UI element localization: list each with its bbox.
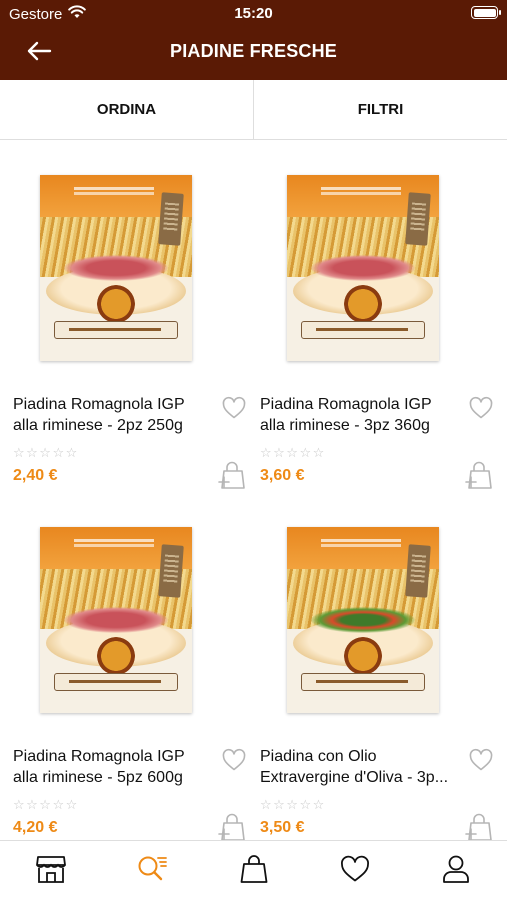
product-image[interactable] bbox=[287, 175, 439, 361]
product-image[interactable] bbox=[40, 527, 192, 713]
filter-button[interactable]: FILTRI bbox=[253, 80, 507, 139]
product-price: 4,20 € bbox=[13, 819, 58, 836]
tab-cart[interactable] bbox=[203, 841, 304, 900]
add-to-bag-icon bbox=[465, 813, 495, 840]
rating-stars: ☆☆☆☆☆ bbox=[13, 445, 79, 460]
tab-profile[interactable] bbox=[406, 841, 507, 900]
product-name-line: alla riminese - 2pz 250g bbox=[13, 417, 183, 434]
favorite-button[interactable] bbox=[468, 396, 494, 420]
product-name[interactable]: Piadina Romagnola IGP alla riminese - 2p… bbox=[13, 394, 209, 436]
product-price: 3,50 € bbox=[260, 819, 305, 836]
status-bar: Gestore 15:20 bbox=[0, 0, 507, 26]
rating-stars: ☆☆☆☆☆ bbox=[260, 797, 326, 812]
product-card[interactable]: Piadina Romagnola IGP alla riminese - 3p… bbox=[247, 140, 494, 492]
product-image[interactable] bbox=[40, 175, 192, 361]
rating-stars: ☆☆☆☆☆ bbox=[260, 445, 326, 460]
product-price: 2,40 € bbox=[13, 467, 58, 484]
heart-outline-icon bbox=[221, 396, 247, 424]
heart-icon bbox=[339, 854, 371, 889]
user-icon bbox=[440, 854, 472, 889]
store-icon bbox=[35, 854, 67, 889]
status-time: 15:20 bbox=[234, 5, 273, 22]
favorite-button[interactable] bbox=[468, 748, 494, 772]
product-price: 3,60 € bbox=[260, 467, 305, 484]
product-card[interactable]: Piadina con Olio Extravergine d'Oliva - … bbox=[247, 492, 494, 840]
product-name-line: alla riminese - 5pz 600g bbox=[13, 769, 183, 786]
top-navigation-bar: PIADINE FRESCHE bbox=[0, 26, 507, 80]
heart-outline-icon bbox=[468, 396, 494, 424]
tab-store[interactable] bbox=[0, 841, 101, 900]
product-name-line: Piadina Romagnola IGP bbox=[13, 396, 185, 413]
search-list-icon bbox=[136, 854, 168, 889]
rating-stars: ☆☆☆☆☆ bbox=[13, 797, 79, 812]
shopping-bag-icon bbox=[238, 854, 270, 889]
add-to-bag-icon bbox=[218, 813, 248, 840]
heart-outline-icon bbox=[468, 748, 494, 776]
bottom-tab-bar bbox=[0, 840, 507, 900]
add-to-cart-button[interactable] bbox=[465, 812, 495, 840]
product-image[interactable] bbox=[287, 527, 439, 713]
heart-outline-icon bbox=[221, 748, 247, 776]
product-name-line: Piadina Romagnola IGP bbox=[13, 748, 185, 765]
product-name[interactable]: Piadina Romagnola IGP alla riminese - 3p… bbox=[260, 394, 456, 436]
sort-button[interactable]: ORDINA bbox=[0, 80, 253, 139]
product-name-line: Piadina Romagnola IGP bbox=[260, 396, 432, 413]
product-name-line: alla riminese - 3pz 360g bbox=[260, 417, 430, 434]
product-grid: Piadina Romagnola IGP alla riminese - 2p… bbox=[0, 140, 507, 840]
product-name[interactable]: Piadina con Olio Extravergine d'Oliva - … bbox=[260, 746, 456, 788]
favorite-button[interactable] bbox=[221, 748, 247, 772]
product-name-line: Piadina con Olio bbox=[260, 748, 377, 765]
product-name-line: Extravergine d'Oliva - 3p... bbox=[260, 769, 449, 786]
tab-favorites[interactable] bbox=[304, 841, 405, 900]
add-to-cart-button[interactable] bbox=[465, 460, 495, 490]
sort-filter-bar: ORDINA FILTRI bbox=[0, 80, 507, 140]
tab-catalog-search[interactable] bbox=[101, 841, 202, 900]
battery-icon bbox=[471, 6, 501, 19]
add-to-cart-button[interactable] bbox=[218, 460, 248, 490]
product-card[interactable]: Piadina Romagnola IGP alla riminese - 5p… bbox=[0, 492, 247, 840]
add-to-cart-button[interactable] bbox=[218, 812, 248, 840]
product-name[interactable]: Piadina Romagnola IGP alla riminese - 5p… bbox=[13, 746, 209, 788]
product-card[interactable]: Piadina Romagnola IGP alla riminese - 2p… bbox=[0, 140, 247, 492]
favorite-button[interactable] bbox=[221, 396, 247, 420]
page-title: PIADINE FRESCHE bbox=[169, 41, 338, 61]
